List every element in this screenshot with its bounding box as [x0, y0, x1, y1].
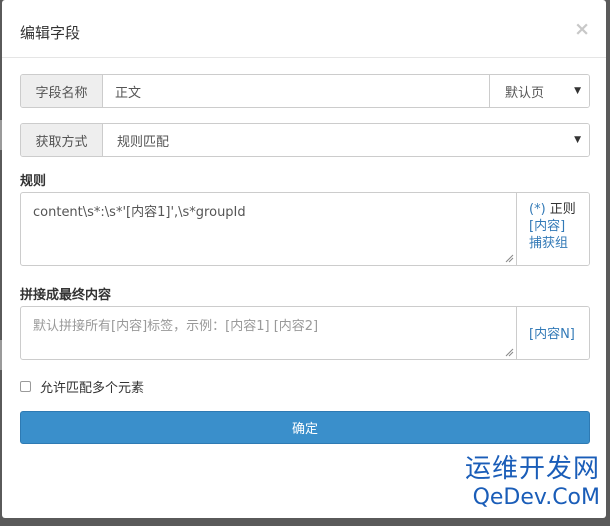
chevron-down-icon: ▼	[574, 86, 581, 96]
dialog-header: 编辑字段 ×	[2, 0, 606, 58]
fetch-method-select[interactable]: 规则匹配 ▼	[103, 124, 589, 156]
concat-row: 默认拼接所有[内容]标签，示例：[内容1] [内容2] [内容N]	[20, 306, 590, 360]
page-select-value: 默认页	[505, 85, 545, 101]
field-name-addon: 字段名称	[21, 75, 103, 107]
resize-grip-icon[interactable]	[505, 348, 514, 357]
allow-multiple-checkbox[interactable]	[20, 381, 31, 392]
fetch-method-addon: 获取方式	[21, 124, 103, 156]
concat-label: 拼接成最终内容	[20, 288, 112, 303]
rule-row: content\s*:\s*'[内容1]',\s*groupId (*) 正则 …	[20, 192, 590, 266]
rule-helper: (*) 正则 [内容] 捕获组	[517, 193, 589, 265]
allow-multiple-row: 允许匹配多个元素	[20, 377, 590, 396]
rule-textarea[interactable]: content\s*:\s*'[内容1]',\s*groupId	[21, 193, 517, 265]
edit-field-dialog: 编辑字段 × 字段名称 默认页 ▼ 获取方式 规则匹配 ▼ 规则 content…	[2, 0, 606, 518]
regex-link[interactable]: (*)	[529, 202, 546, 217]
dialog-title: 编辑字段	[20, 24, 81, 42]
concat-helper: [内容N]	[517, 307, 589, 359]
concat-placeholder: 默认拼接所有[内容]标签，示例：[内容1] [内容2]	[33, 319, 319, 334]
content-tag-link[interactable]: [内容]	[529, 218, 589, 235]
watermark-line2: QeDev.CoM	[472, 485, 600, 510]
field-name-input[interactable]	[103, 75, 489, 107]
site-watermark: 运维开发网 QeDev.CoM	[465, 456, 600, 509]
chevron-down-icon: ▼	[574, 135, 581, 145]
rule-textarea-group: content\s*:\s*'[内容1]',\s*groupId (*) 正则 …	[20, 192, 590, 266]
concat-textarea-group: 默认拼接所有[内容]标签，示例：[内容1] [内容2] [内容N]	[20, 306, 590, 360]
rule-textarea-value: content\s*:\s*'[内容1]',\s*groupId	[33, 205, 246, 220]
field-name-row: 字段名称 默认页 ▼	[20, 74, 590, 108]
confirm-button[interactable]: 确定	[20, 411, 590, 444]
confirm-row: 确定	[20, 411, 590, 444]
content-n-link[interactable]: [内容N]	[529, 326, 589, 343]
fetch-method-value: 规则匹配	[117, 134, 170, 150]
regex-label: 正则	[549, 202, 576, 217]
capture-group-link[interactable]: 捕获组	[529, 235, 589, 252]
fetch-method-input-group: 获取方式 规则匹配 ▼	[20, 123, 590, 157]
rule-helper-line1: (*) 正则	[529, 201, 589, 218]
resize-grip-icon[interactable]	[505, 254, 514, 263]
page-select[interactable]: 默认页 ▼	[489, 75, 589, 107]
close-button[interactable]: ×	[574, 19, 590, 39]
watermark-line1: 运维开发网	[464, 454, 600, 484]
concat-textarea[interactable]: 默认拼接所有[内容]标签，示例：[内容1] [内容2]	[21, 307, 517, 359]
rule-label: 规则	[20, 174, 47, 189]
fetch-method-row: 获取方式 规则匹配 ▼	[20, 123, 590, 157]
field-name-input-group: 字段名称 默认页 ▼	[20, 74, 590, 108]
allow-multiple-label[interactable]: 允许匹配多个元素	[40, 377, 144, 396]
